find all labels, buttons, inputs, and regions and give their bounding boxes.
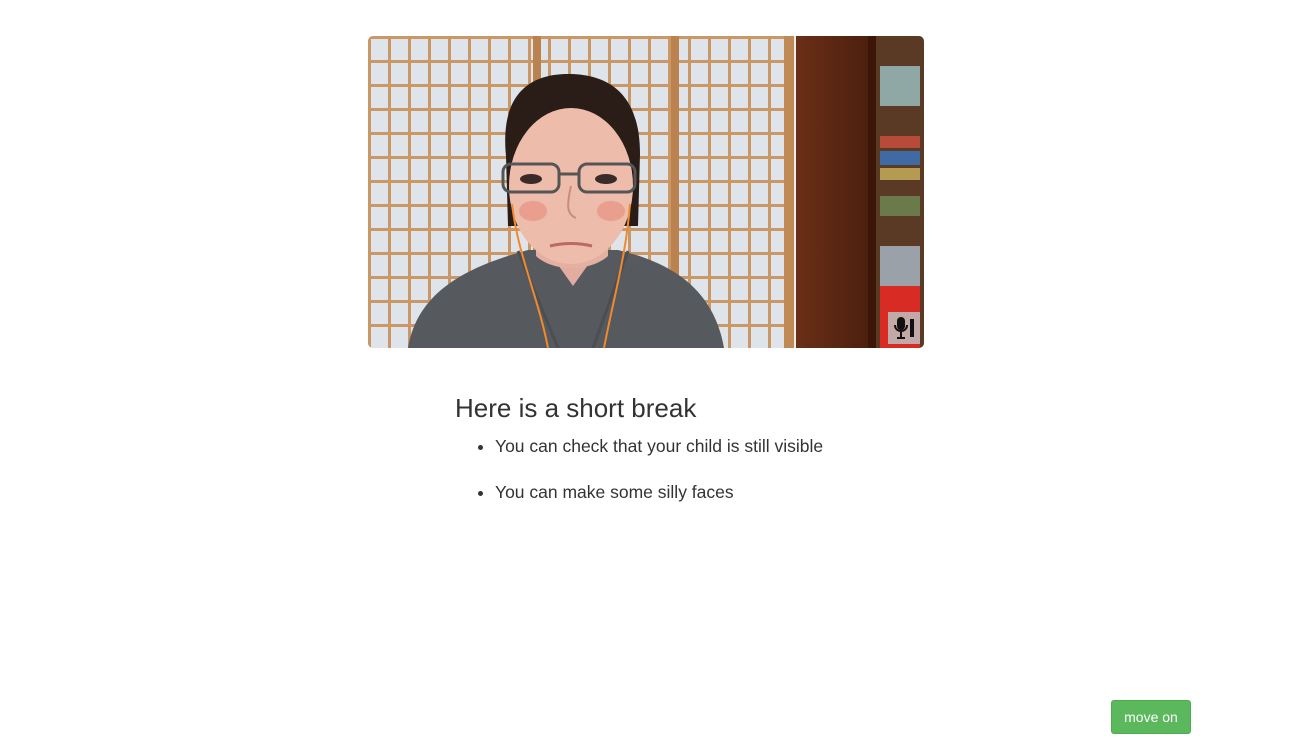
list-item: You can check that your child is still v… bbox=[495, 434, 955, 458]
webcam-video-frame bbox=[368, 36, 924, 348]
list-item: You can make some silly faces bbox=[495, 480, 955, 504]
break-title: Here is a short break bbox=[455, 393, 697, 423]
break-list: You can check that your child is still v… bbox=[455, 434, 955, 504]
page: Here is a short break You can check that… bbox=[0, 0, 1302, 755]
microphone-icon bbox=[894, 317, 914, 339]
move-on-button[interactable]: move on bbox=[1111, 700, 1191, 734]
break-instructions: Here is a short break You can check that… bbox=[455, 388, 955, 526]
webcam-preview bbox=[368, 36, 924, 348]
mic-indicator bbox=[888, 312, 920, 344]
